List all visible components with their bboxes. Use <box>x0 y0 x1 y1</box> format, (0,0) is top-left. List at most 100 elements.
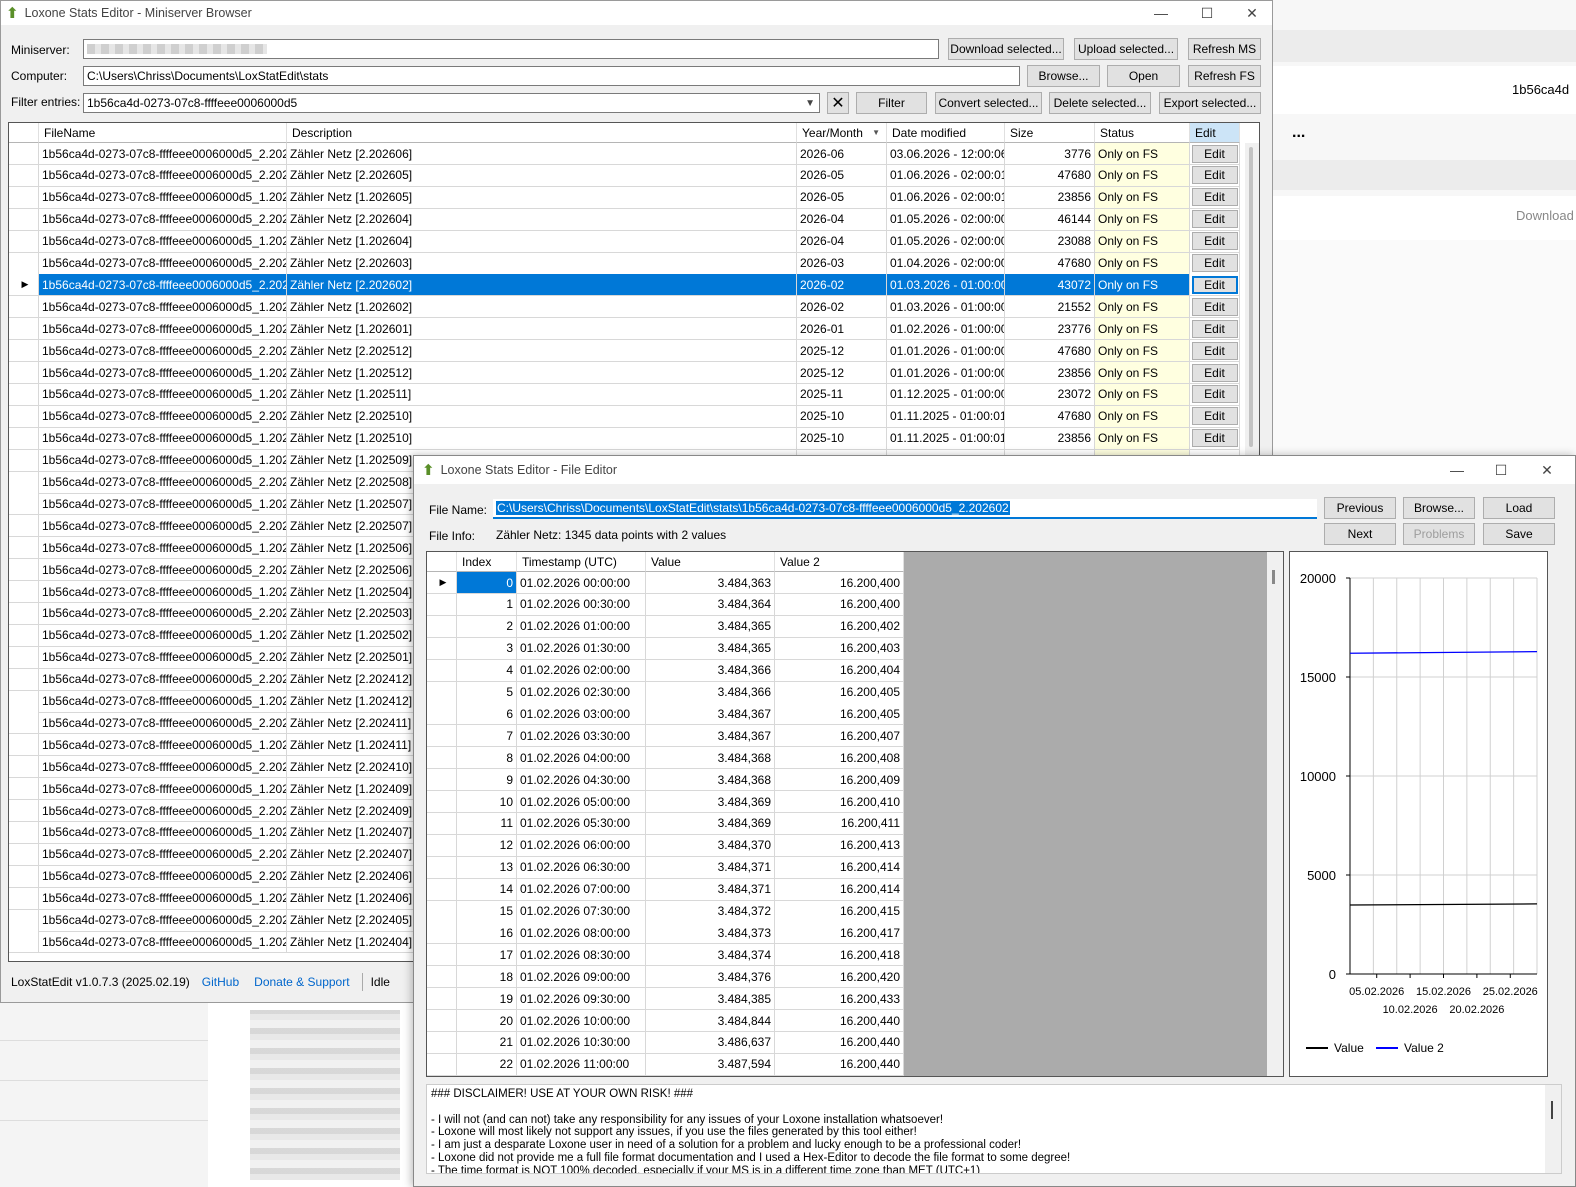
cell[interactable]: 01.02.2026 05:00:00 <box>517 791 646 813</box>
cell[interactable]: 15 <box>457 900 517 923</box>
cell[interactable]: 01.02.2026 06:30:00 <box>517 856 646 879</box>
cell[interactable]: 01.02.2026 09:00:00 <box>517 966 646 989</box>
row-header[interactable] <box>9 493 39 516</box>
convert-selected-button[interactable]: Convert selected... <box>935 92 1042 114</box>
row-header[interactable]: ▶ <box>9 274 39 297</box>
next-button[interactable]: Next <box>1324 523 1396 545</box>
row-header[interactable] <box>427 834 457 857</box>
row-header[interactable] <box>9 931 39 954</box>
row-header[interactable] <box>9 646 39 669</box>
export-selected-button[interactable]: Export selected... <box>1159 92 1261 114</box>
edit-button[interactable]: Edit <box>1191 232 1238 251</box>
cell[interactable]: 3.484,368 <box>646 747 775 770</box>
row-header[interactable] <box>9 734 39 757</box>
data-row[interactable]: 14 01.02.2026 07:00:00 3.484,371 16.200,414 <box>427 878 905 901</box>
cell[interactable]: 01.02.2026 07:30:00 <box>517 900 646 923</box>
data-row[interactable]: 4 01.02.2026 02:00:00 3.484,366 16.200,404 <box>427 659 905 682</box>
cell[interactable]: 01.02.2026 00:30:00 <box>517 593 646 616</box>
edit-button[interactable]: Edit <box>1191 363 1238 382</box>
data-row[interactable]: 18 01.02.2026 09:00:00 3.484,376 16.200,420 <box>427 966 905 989</box>
column-header[interactable]: Timestamp (UTC) <box>517 552 646 572</box>
cell[interactable]: 01.02.2026 08:00:00 <box>517 922 646 945</box>
cell[interactable]: 3.484,368 <box>646 769 775 792</box>
column-header[interactable]: Index <box>457 552 517 572</box>
row-header[interactable] <box>427 769 457 792</box>
cell[interactable]: 16.200,420 <box>775 966 904 989</box>
row-header[interactable] <box>9 778 39 801</box>
row-header[interactable] <box>427 878 457 901</box>
row-header[interactable] <box>9 230 39 253</box>
miniserver-input[interactable] <box>83 39 939 59</box>
row-header[interactable] <box>9 318 39 341</box>
github-link[interactable]: GitHub <box>202 975 239 989</box>
row-header[interactable] <box>9 362 39 384</box>
row-header[interactable] <box>427 593 457 616</box>
cell[interactable]: 01.02.2026 01:00:00 <box>517 615 646 638</box>
maximize-icon[interactable]: ☐ <box>1478 456 1524 484</box>
row-header[interactable] <box>427 1053 457 1076</box>
data-row[interactable]: 7 01.02.2026 03:30:00 3.484,367 16.200,407 <box>427 725 905 748</box>
cell[interactable]: 16.200,440 <box>775 1053 904 1076</box>
refresh-ms-button[interactable]: Refresh MS <box>1188 38 1261 60</box>
cell[interactable]: 3 <box>457 637 517 660</box>
cell[interactable]: 17 <box>457 944 517 967</box>
cell[interactable]: 3.484,844 <box>646 1010 775 1032</box>
file-row[interactable]: 1b56ca4d-0273-07c8-ffffeee0006000d5_1.20… <box>9 383 1259 406</box>
cell[interactable]: 01.02.2026 08:30:00 <box>517 944 646 967</box>
cell[interactable]: 16.200,433 <box>775 988 904 1011</box>
cell[interactable]: 01.02.2026 03:30:00 <box>517 725 646 748</box>
cell[interactable]: 16.200,400 <box>775 572 904 594</box>
cell[interactable]: 4 <box>457 659 517 682</box>
data-row[interactable]: 5 01.02.2026 02:30:00 3.484,366 16.200,405 <box>427 681 905 704</box>
cell[interactable]: 01.02.2026 10:30:00 <box>517 1031 646 1054</box>
row-header[interactable] <box>427 725 457 748</box>
edit-button[interactable]: Edit <box>1191 144 1238 163</box>
data-grid-scrollbar[interactable] <box>1267 552 1283 1076</box>
file-row[interactable]: 1b56ca4d-0273-07c8-ffffeee0006000d5_1.20… <box>9 318 1259 341</box>
cell[interactable]: 3.484,369 <box>646 812 775 835</box>
cell[interactable]: 16.200,400 <box>775 593 904 616</box>
column-header[interactable]: Size <box>1005 123 1095 143</box>
cell[interactable]: 16.200,409 <box>775 769 904 792</box>
column-header[interactable]: Description <box>287 123 797 143</box>
cell[interactable]: 16.200,417 <box>775 922 904 945</box>
cell[interactable]: 5 <box>457 681 517 704</box>
row-header[interactable] <box>9 843 39 866</box>
cell[interactable]: 3.486,637 <box>646 1031 775 1054</box>
cell[interactable]: 1 <box>457 593 517 616</box>
data-row[interactable]: 19 01.02.2026 09:30:00 3.484,385 16.200,433 <box>427 988 905 1011</box>
cell[interactable]: 16.200,440 <box>775 1010 904 1032</box>
cell[interactable]: 9 <box>457 769 517 792</box>
row-header[interactable] <box>9 427 39 450</box>
edit-button[interactable]: Edit <box>1191 429 1238 448</box>
row-header[interactable] <box>9 143 39 165</box>
cell[interactable]: 16.200,414 <box>775 856 904 879</box>
file-row[interactable]: 1b56ca4d-0273-07c8-ffffeee0006000d5_1.20… <box>9 186 1259 209</box>
save-button[interactable]: Save <box>1483 523 1555 545</box>
upload-selected-button[interactable]: Upload selected... <box>1074 38 1178 60</box>
row-header[interactable] <box>9 624 39 647</box>
cell[interactable]: 16.200,402 <box>775 615 904 638</box>
open-button[interactable]: Open <box>1107 65 1180 87</box>
cell[interactable]: 16.200,403 <box>775 637 904 660</box>
minimize-icon[interactable]: — <box>1138 1 1184 25</box>
cell[interactable]: 3.484,369 <box>646 791 775 813</box>
previous-button[interactable]: Previous <box>1324 497 1396 519</box>
file-row[interactable]: 1b56ca4d-0273-07c8-ffffeee0006000d5_2.20… <box>9 252 1259 275</box>
donate-link[interactable]: Donate & Support <box>254 975 349 989</box>
data-row[interactable]: 16 01.02.2026 08:00:00 3.484,373 16.200,417 <box>427 922 905 945</box>
cell[interactable]: 16.200,408 <box>775 747 904 770</box>
edit-button[interactable]: Edit <box>1191 166 1238 185</box>
file-row[interactable]: 1b56ca4d-0273-07c8-ffffeee0006000d5_2.20… <box>9 340 1259 363</box>
row-header[interactable] <box>9 449 39 472</box>
file-row[interactable]: 1b56ca4d-0273-07c8-ffffeee0006000d5_1.20… <box>9 296 1259 319</box>
cell[interactable]: 16.200,414 <box>775 878 904 901</box>
cell[interactable]: 01.02.2026 05:30:00 <box>517 812 646 835</box>
cell[interactable]: 01.02.2026 03:00:00 <box>517 703 646 726</box>
data-row[interactable]: 13 01.02.2026 06:30:00 3.484,371 16.200,414 <box>427 856 905 879</box>
data-row[interactable]: 11 01.02.2026 05:30:00 3.484,369 16.200,411 <box>427 812 905 835</box>
row-header[interactable] <box>427 703 457 726</box>
maximize-icon[interactable]: ☐ <box>1184 1 1230 25</box>
column-header[interactable]: Status <box>1095 123 1190 143</box>
cell[interactable]: 3.484,367 <box>646 725 775 748</box>
